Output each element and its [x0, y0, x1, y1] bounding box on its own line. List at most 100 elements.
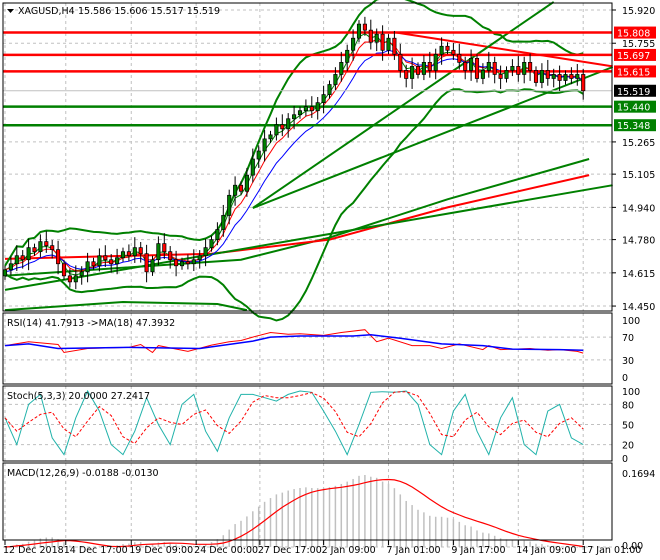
bull-candle-body	[79, 271, 84, 277]
symbol-label: XAGUSD,H4	[18, 6, 75, 17]
price-axis-label: 14.940	[622, 203, 655, 214]
bull-candle-body	[321, 94, 326, 103]
bull-candle-body	[132, 247, 137, 257]
bull-candle-body	[85, 261, 90, 273]
bear-candle-body	[451, 49, 456, 55]
macd-axis-label: 0.1694	[622, 469, 655, 480]
bear-candle-body	[109, 259, 114, 265]
bull-candle-body	[156, 243, 161, 261]
bear-candle-body	[380, 33, 385, 51]
trading-chart: 12 Dec 2018 14 Dec 17:00 19 Dec 09:00 24 De…	[0, 0, 660, 560]
bear-candle-body	[398, 53, 403, 71]
bull-candle-body	[262, 138, 267, 152]
support-price-label: 15.348	[617, 121, 650, 132]
bull-candle-body	[26, 247, 31, 261]
time-label: 14 Jan 09:00	[516, 545, 576, 556]
bull-candle-body	[179, 261, 185, 267]
bull-candle-body	[351, 37, 356, 51]
bear-candle-body	[457, 53, 462, 63]
bear-candle-body	[56, 249, 61, 265]
bull-candle-body	[469, 57, 474, 71]
bear-candle-body	[61, 263, 67, 277]
bull-candle-body	[315, 102, 320, 112]
bear-candle-body	[168, 251, 173, 261]
bear-candle-body	[362, 23, 367, 31]
bull-candle-body	[575, 74, 580, 79]
bull-candle-body	[2, 269, 8, 277]
bear-candle-body	[44, 241, 49, 246]
bear-candle-body	[174, 259, 179, 267]
bear-candle-body	[404, 70, 409, 79]
stoch-axis-label: 50	[622, 421, 634, 432]
bull-candle-body	[303, 106, 308, 112]
stoch-legend: Stoch(5,3,3) 20.0000 27.2417	[7, 391, 150, 402]
time-label: 14 Dec 17:00	[64, 545, 128, 556]
bear-candle-body	[138, 247, 143, 255]
bull-candle-body	[233, 184, 238, 196]
bull-candle-body	[480, 70, 485, 79]
rsi-axis-label: 0	[622, 373, 628, 384]
bear-candle-body	[126, 251, 131, 257]
stoch-axis-label: 20	[622, 441, 634, 452]
rsi-axis-label: 70	[622, 333, 634, 344]
time-label: 2 Jan 09:00	[322, 545, 376, 556]
bear-candle-body	[445, 45, 450, 51]
time-label: 12 Dec 2018	[3, 545, 64, 556]
bull-candle-body	[250, 158, 255, 176]
bear-candle-body	[32, 247, 37, 253]
bear-candle-body	[427, 62, 432, 71]
bull-candle-body	[203, 247, 208, 257]
bull-candle-body	[421, 62, 426, 75]
bear-candle-body	[528, 62, 533, 71]
macd-legend: MACD(12,26,9) -0.0188 -0.0130	[7, 468, 159, 479]
bear-candle-body	[545, 70, 550, 79]
bear-candle-body	[280, 124, 285, 130]
candle	[474, 54, 480, 83]
bear-candle-body	[516, 66, 521, 75]
bear-candle-body	[557, 74, 562, 81]
time-label: 19 Dec 09:00	[129, 545, 193, 556]
ohlc-values: 15.586 15.606 15.517 15.519	[78, 6, 220, 17]
bull-candle-body	[297, 110, 303, 116]
stoch-axis-label: 80	[622, 400, 634, 411]
stoch-axis-label: 0	[622, 454, 628, 465]
bull-candle-body	[120, 251, 126, 259]
bull-candle-body	[522, 62, 527, 75]
bull-candle-body	[374, 33, 379, 43]
resistance-price-label: 15.615	[617, 67, 650, 78]
bull-candle-body	[8, 263, 13, 271]
bull-candle-body	[551, 74, 556, 79]
bull-candle-body	[73, 275, 78, 283]
price-axis-label: 15.920	[622, 6, 655, 17]
time-label: 9 Jan 17:00	[451, 545, 505, 556]
bull-candle-body	[486, 62, 491, 71]
bull-candle-body	[333, 74, 338, 85]
bull-candle-body	[274, 124, 279, 136]
bull-candle-body	[433, 53, 438, 71]
price-axis-label: 14.450	[622, 302, 655, 313]
bull-candle-body	[115, 257, 120, 265]
bear-candle-body	[50, 245, 55, 251]
resistance-price-label: 15.808	[617, 29, 650, 40]
bull-candle-body	[386, 37, 391, 51]
bull-candle-body	[410, 66, 415, 79]
bull-candle-body	[504, 70, 509, 79]
macd-axis-label: 0.00	[622, 541, 643, 552]
bull-candle-body	[292, 114, 297, 120]
bear-candle-body	[103, 255, 108, 261]
bull-candle-body	[14, 255, 19, 265]
bull-candle-body	[510, 66, 515, 71]
bull-candle-body	[197, 255, 202, 261]
bull-candle-body	[256, 150, 261, 160]
bear-candle-body	[474, 57, 480, 79]
bear-candle-body	[392, 37, 397, 55]
bear-candle-body	[144, 253, 149, 273]
bear-candle-body	[368, 29, 373, 43]
bear-candle-body	[581, 74, 586, 92]
resistance-price-label: 15.697	[617, 51, 650, 62]
bull-candle-body	[286, 118, 291, 130]
rsi-axis-label: 100	[622, 316, 640, 327]
time-label: 27 Dec 17:00	[258, 545, 322, 556]
time-label: 24 Dec 00:00	[194, 545, 258, 556]
bull-candle-body	[244, 174, 249, 192]
